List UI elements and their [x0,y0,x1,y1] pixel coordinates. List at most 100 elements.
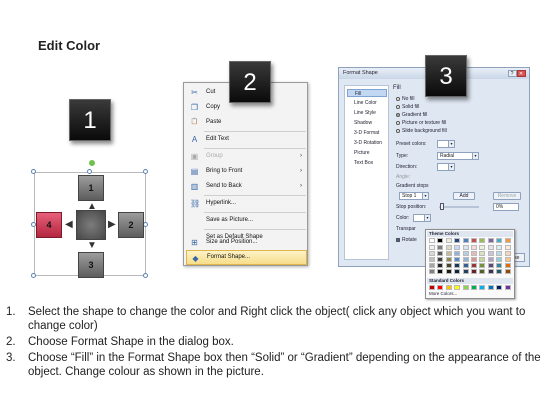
color-swatch[interactable] [487,238,494,243]
color-swatch[interactable] [445,245,452,250]
solid-fill-option[interactable]: Solid fill [396,104,419,111]
color-swatch[interactable] [462,238,469,243]
color-swatch[interactable] [454,263,461,268]
color-swatch[interactable] [429,285,435,290]
color-swatch[interactable] [454,257,461,262]
menu-item-save-as-picture[interactable]: Save as Picture... [186,213,307,228]
color-swatch[interactable] [454,238,461,243]
color-swatch[interactable] [445,251,452,256]
stop-position-input[interactable]: 0% [493,203,519,211]
nav-fill[interactable]: Fill [347,89,387,97]
color-swatch[interactable] [462,257,469,262]
color-swatch[interactable] [445,263,452,268]
color-swatch[interactable] [471,245,477,250]
nav-shadow[interactable]: Shadow [347,119,387,127]
color-swatch[interactable] [504,238,511,243]
stop-select[interactable]: Stop 1 ▾ [399,192,429,200]
menu-item-size-and-position[interactable]: ⊞ Size and Position... [186,235,307,250]
menu-item-send-to-back[interactable]: ▥ Send to Back › [186,179,307,194]
color-swatch[interactable] [471,269,477,274]
shape-center[interactable] [76,210,106,240]
shape-2[interactable]: 2 [118,212,144,238]
more-colors-link[interactable]: More Colors... [429,291,457,296]
color-swatch[interactable] [454,269,461,274]
color-swatch[interactable] [437,269,444,274]
window-close-button[interactable]: ✕ [517,70,526,77]
color-swatch[interactable] [471,257,477,262]
color-swatch[interactable] [462,285,469,290]
color-swatch[interactable] [496,257,503,262]
color-swatch[interactable] [471,263,477,268]
radio-button[interactable] [396,96,400,101]
picture-fill-option[interactable]: Picture or texture fill [396,120,446,127]
color-swatch[interactable] [496,238,503,243]
color-swatch[interactable] [445,257,452,262]
color-swatch[interactable] [504,251,511,256]
color-swatch[interactable] [445,269,452,274]
add-stop-button[interactable]: Add [453,192,475,200]
resize-handle[interactable] [87,169,92,174]
color-swatch[interactable] [437,285,444,290]
color-swatch[interactable] [429,245,435,250]
radio-button-selected[interactable] [396,112,400,117]
color-swatch[interactable] [479,269,486,274]
resize-handle[interactable] [143,169,148,174]
remove-stop-button[interactable]: Remove [493,192,521,200]
rotation-handle[interactable] [89,160,95,166]
radio-button[interactable] [396,120,400,125]
color-swatch[interactable] [462,269,469,274]
color-picker-button[interactable]: ▾ [413,214,431,222]
nav-line-color[interactable]: Line Color [347,99,387,107]
color-swatch[interactable] [504,257,511,262]
color-swatch[interactable] [437,263,444,268]
color-swatch[interactable] [504,285,511,290]
color-swatch[interactable] [445,238,452,243]
color-swatch[interactable] [462,245,469,250]
nav-text-box[interactable]: Text Box [347,159,387,167]
color-swatch[interactable] [437,238,444,243]
color-swatch[interactable] [496,263,503,268]
color-swatch[interactable] [454,251,461,256]
menu-item-hyperlink[interactable]: ⛓ Hyperlink... [186,196,307,211]
color-swatch[interactable] [487,269,494,274]
color-swatch[interactable] [445,285,452,290]
color-swatch[interactable] [454,245,461,250]
color-swatch[interactable] [429,257,435,262]
color-swatch[interactable] [437,245,444,250]
color-swatch[interactable] [496,251,503,256]
color-swatch[interactable] [429,263,435,268]
color-swatch[interactable] [479,263,486,268]
color-swatch[interactable] [487,285,494,290]
color-swatch[interactable] [496,285,503,290]
color-swatch[interactable] [504,263,511,268]
resize-handle[interactable] [31,169,36,174]
color-swatch[interactable] [462,263,469,268]
color-swatch[interactable] [471,285,477,290]
color-swatch[interactable] [487,257,494,262]
menu-item-paste[interactable]: 📋 Paste [186,115,307,130]
color-swatch[interactable] [496,269,503,274]
color-swatch[interactable] [487,263,494,268]
shape-3[interactable]: 3 [78,252,104,278]
radio-button[interactable] [396,128,400,133]
nav-picture[interactable]: Picture [347,149,387,157]
color-swatch[interactable] [487,251,494,256]
gradient-fill-option[interactable]: Gradient fill [396,112,427,119]
color-swatch[interactable] [471,238,477,243]
color-swatch[interactable] [479,257,486,262]
nav-line-style[interactable]: Line Style [347,109,387,117]
resize-handle[interactable] [143,273,148,278]
slider-thumb[interactable] [440,203,444,210]
stop-position-slider[interactable] [439,206,479,208]
no-fill-option[interactable]: No fill [396,96,415,103]
color-swatch[interactable] [437,251,444,256]
color-swatch[interactable] [437,257,444,262]
color-swatch[interactable] [462,251,469,256]
color-swatch[interactable] [479,245,486,250]
help-button[interactable]: ? [508,70,517,77]
preset-colors-picker[interactable]: ▾ [437,140,455,148]
nav-3d-rotation[interactable]: 3-D Rotation [347,139,387,147]
menu-item-format-shape[interactable]: ◆ Format Shape... [186,250,307,265]
color-swatch[interactable] [471,251,477,256]
color-swatch[interactable] [504,245,511,250]
